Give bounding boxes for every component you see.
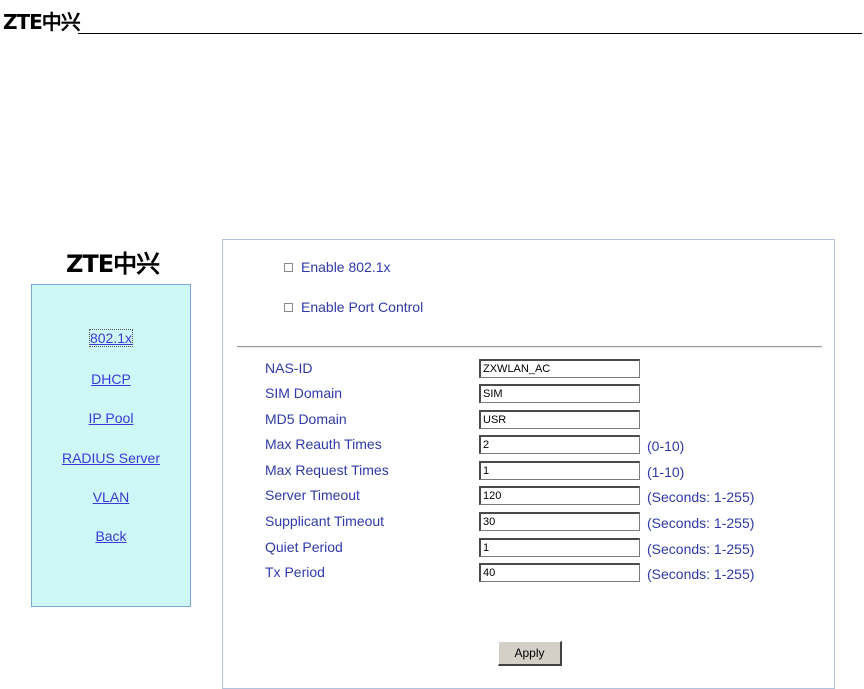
sim-domain-input[interactable] [479, 384, 640, 403]
nas-id-input[interactable] [479, 359, 640, 378]
md5-domain-input[interactable] [479, 410, 640, 429]
supplicant-timeout-input[interactable] [479, 512, 640, 531]
enable-8021x-checkbox[interactable] [284, 262, 293, 272]
nav-link-vlan[interactable]: VLAN [32, 489, 190, 505]
quiet-period-hint: (Seconds: 1-255) [647, 541, 755, 557]
nav-link-8021x-label[interactable]: 802.1x [88, 329, 134, 347]
field-row-tx-period: Tx Period (Seconds: 1-255) [265, 563, 825, 583]
tx-period-label: Tx Period [265, 564, 325, 580]
max-request-times-input[interactable] [479, 461, 640, 480]
server-timeout-hint: (Seconds: 1-255) [647, 489, 755, 505]
zte-logo: ZTE中兴 [3, 10, 81, 34]
quiet-period-label: Quiet Period [265, 539, 343, 555]
field-row-supplicant-timeout: Supplicant Timeout (Seconds: 1-255) [265, 512, 825, 532]
tx-period-hint: (Seconds: 1-255) [647, 566, 755, 582]
nav-link-back[interactable]: Back [32, 528, 190, 544]
sim-domain-label: SIM Domain [265, 385, 343, 401]
enable-port-control-checkbox[interactable] [284, 302, 293, 312]
md5-domain-label: MD5 Domain [265, 411, 347, 427]
nav-link-dhcp[interactable]: DHCP [32, 371, 190, 387]
max-reauth-times-hint: (0-10) [647, 438, 685, 454]
enable-8021x-label: Enable 802.1x [301, 259, 391, 275]
server-timeout-label: Server Timeout [265, 487, 360, 503]
field-row-md5-domain: MD5 Domain [265, 410, 825, 430]
field-row-sim-domain: SIM Domain [265, 384, 825, 404]
enable-8021x-row: Enable 802.1x [284, 259, 391, 275]
tx-period-input[interactable] [479, 563, 640, 582]
supplicant-timeout-hint: (Seconds: 1-255) [647, 515, 755, 531]
max-reauth-times-label: Max Reauth Times [265, 436, 382, 452]
supplicant-timeout-label: Supplicant Timeout [265, 513, 385, 529]
max-request-times-hint: (1-10) [647, 464, 685, 480]
field-row-quiet-period: Quiet Period (Seconds: 1-255) [265, 538, 825, 558]
enable-port-control-row: Enable Port Control [284, 299, 423, 315]
nav-link-radius-server[interactable]: RADIUS Server [32, 450, 190, 466]
nav-link-8021x[interactable]: 802.1x [32, 329, 190, 347]
server-timeout-input[interactable] [479, 486, 640, 505]
main-frame: Enable 802.1x Enable Port Control NAS-ID… [222, 239, 835, 689]
nav-zte-logo: ZTE中兴 [66, 250, 160, 278]
nav-link-ip-pool[interactable]: IP Pool [32, 410, 190, 426]
field-row-max-request-times: Max Request Times (1-10) [265, 461, 825, 481]
max-request-times-label: Max Request Times [265, 462, 389, 478]
enable-port-control-label: Enable Port Control [301, 299, 424, 315]
nas-id-label: NAS-ID [265, 360, 313, 376]
quiet-period-input[interactable] [479, 538, 640, 557]
field-row-max-reauth-times: Max Reauth Times (0-10) [265, 435, 825, 455]
max-reauth-times-input[interactable] [479, 435, 640, 454]
nav-panel: 802.1x DHCP IP Pool RADIUS Server VLAN B… [31, 284, 191, 607]
section-divider [237, 346, 822, 348]
apply-button[interactable]: Apply [498, 641, 562, 666]
field-row-nas-id: NAS-ID [265, 359, 825, 379]
field-row-server-timeout: Server Timeout (Seconds: 1-255) [265, 486, 825, 506]
header-rule [78, 33, 862, 34]
